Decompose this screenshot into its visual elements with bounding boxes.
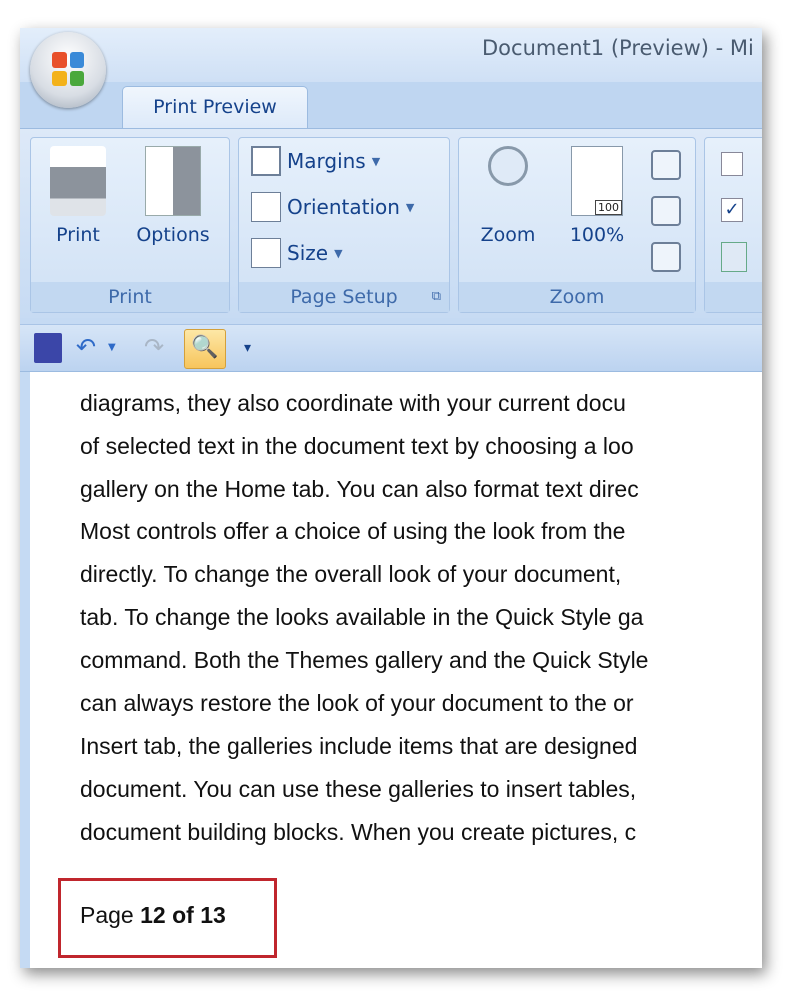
printer-icon — [50, 146, 106, 216]
text-line: Insert tab, the galleries include items … — [80, 733, 638, 759]
print-label: Print — [56, 224, 100, 246]
zoom-button[interactable]: Zoom — [473, 146, 543, 246]
save-icon[interactable] — [34, 333, 62, 363]
tab-print-preview[interactable]: Print Preview — [122, 86, 308, 130]
zoom-label: Zoom — [480, 224, 536, 246]
dialog-launcher-icon[interactable]: ⧉ — [432, 282, 441, 312]
group-page-setup: Margins ▼ Orientation ▼ Size ▼ Page Setup ⧉ — [238, 137, 450, 313]
group-preview: ✓ — [704, 137, 762, 313]
text-line: diagrams, they also coordinate with your… — [80, 390, 626, 416]
margins-icon — [251, 146, 281, 176]
checkbox-unchecked[interactable] — [721, 152, 743, 176]
group-label-zoom: Zoom — [459, 282, 695, 312]
orientation-button[interactable]: Orientation ▼ — [251, 192, 414, 222]
word-window: Document1 (Preview) - Mi Print Preview P… — [20, 28, 762, 968]
page-of: of — [165, 902, 201, 928]
undo-dropdown-icon[interactable]: ▼ — [108, 333, 136, 363]
customize-toolbar-icon[interactable]: ▾ — [244, 333, 272, 363]
page-100-icon: 100 — [571, 146, 623, 216]
zoom-100-label: 100% — [569, 224, 625, 246]
redo-icon[interactable]: ↷ — [144, 333, 172, 363]
group-label-print: Print — [31, 282, 229, 312]
window-title: Document1 (Preview) - Mi — [482, 36, 754, 60]
margins-label: Margins — [287, 149, 366, 173]
ribbon-tab-row: Print Preview — [20, 82, 762, 130]
page-number-indicator: Page 12 of 13 — [80, 902, 226, 929]
options-icon — [145, 146, 201, 216]
office-logo-icon — [52, 52, 84, 86]
ribbon: Print Options Print Margins ▼ Orientation… — [20, 128, 762, 318]
title-bar: Document1 (Preview) - Mi — [20, 28, 762, 82]
page-setup-label: Page Setup — [290, 286, 398, 308]
options-button[interactable]: Options — [123, 146, 223, 246]
text-line: directly. To change the overall look of … — [80, 561, 622, 587]
chevron-down-icon: ▼ — [405, 200, 415, 214]
options-label: Options — [136, 224, 210, 246]
document-page: diagrams, they also coordinate with your… — [30, 372, 762, 968]
page-prefix: Page — [80, 902, 141, 928]
page-width-icon[interactable] — [651, 242, 681, 272]
text-line: can always restore the look of your docu… — [80, 690, 634, 716]
orientation-icon — [251, 192, 281, 222]
one-page-icon[interactable] — [651, 150, 681, 180]
chevron-down-icon: ▼ — [371, 154, 381, 168]
print-preview-icon[interactable]: 🔍 — [184, 329, 226, 369]
group-print: Print Options Print — [30, 137, 230, 313]
size-icon — [251, 238, 281, 268]
group-label-page-setup: Page Setup ⧉ — [239, 282, 449, 312]
quick-access-toolbar: ↶ ▼ ↷ 🔍 ▾ — [20, 324, 762, 372]
orientation-label: Orientation — [287, 195, 400, 219]
chevron-down-icon: ▼ — [334, 246, 343, 260]
magnifier-icon — [488, 146, 528, 186]
text-line: tab. To change the looks available in th… — [80, 604, 644, 630]
text-line: Most controls offer a choice of using th… — [80, 518, 626, 544]
text-line: of selected text in the document text by… — [80, 433, 634, 459]
size-label: Size — [287, 241, 329, 265]
shrink-one-page-icon[interactable] — [721, 242, 747, 272]
text-line: command. Both the Themes gallery and the… — [80, 647, 649, 673]
margins-button[interactable]: Margins ▼ — [251, 146, 380, 176]
checkbox-checked[interactable]: ✓ — [721, 198, 743, 222]
size-button[interactable]: Size ▼ — [251, 238, 343, 268]
text-line: document. You can use these galleries to… — [80, 776, 637, 802]
group-label-preview — [705, 282, 762, 312]
page-current: 12 — [140, 902, 166, 928]
group-zoom: Zoom 100 100% Zoom — [458, 137, 696, 313]
two-pages-icon[interactable] — [651, 196, 681, 226]
office-button[interactable] — [30, 32, 106, 108]
page-total: 13 — [200, 902, 226, 928]
undo-icon[interactable]: ↶ — [76, 333, 104, 363]
text-line: document building blocks. When you creat… — [80, 819, 637, 845]
page-100-badge: 100 — [595, 200, 622, 215]
print-button[interactable]: Print — [43, 146, 113, 246]
zoom-100-button[interactable]: 100 100% — [557, 146, 637, 246]
text-line: gallery on the Home tab. You can also fo… — [80, 476, 639, 502]
